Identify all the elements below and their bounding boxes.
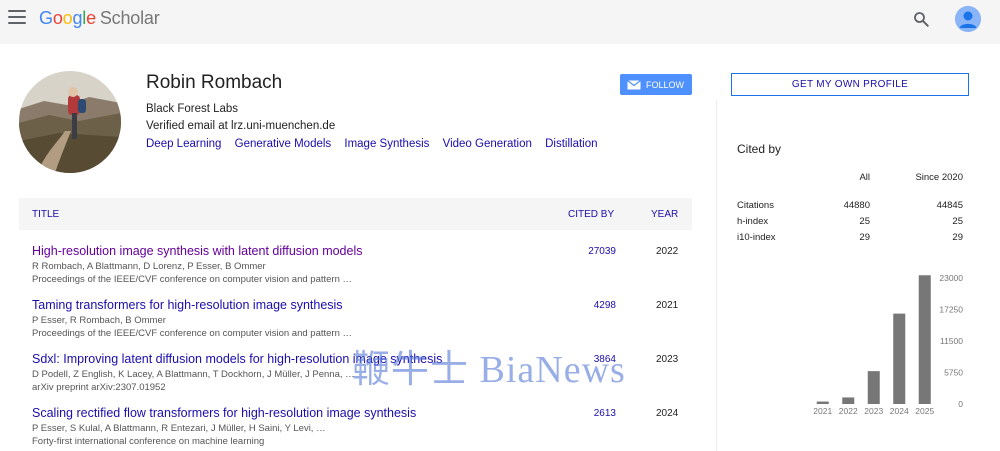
logo-letter-o1: o <box>52 8 63 28</box>
interest-video-generation[interactable]: Video Generation <box>443 138 532 150</box>
publications-header: TITLE CITED BY YEAR <box>19 198 692 230</box>
follow-label: FOLLOW <box>646 79 685 90</box>
publication-authors: P Esser, S Kulal, A Blattmann, R Entezar… <box>32 423 326 434</box>
research-interests: Deep Learning Generative Models Image Sy… <box>146 138 608 150</box>
interest-deep-learning[interactable]: Deep Learning <box>146 138 221 150</box>
publication-cited-count[interactable]: 27039 <box>588 246 616 257</box>
interest-distillation[interactable]: Distillation <box>545 138 597 150</box>
publication-row: Taming transformers for high-resolution … <box>19 298 692 348</box>
account-avatar-icon[interactable] <box>955 6 981 32</box>
citation-bar-2024[interactable] <box>893 313 906 404</box>
stats-header-row: All Since 2020 <box>737 172 963 200</box>
publication-row: Sdxl: Improving latent diffusion models … <box>19 352 692 402</box>
publication-authors: P Esser, R Rombach, B Ommer <box>32 315 166 326</box>
verified-email: Verified email at lrz.uni-muenchen.de <box>146 120 336 132</box>
get-my-own-profile-button[interactable]: GET MY OWN PROFILE <box>731 73 969 96</box>
author-name: Robin Rombach <box>146 72 283 93</box>
publication-cited-count[interactable]: 3864 <box>594 354 616 365</box>
x-tick-label: 2025 <box>915 406 934 416</box>
publication-year: 2023 <box>656 354 679 365</box>
stats-all: 25 <box>859 216 870 227</box>
logo-letter-e: e <box>86 8 96 28</box>
citations-per-year-chart: 2021 2022 2023 2024 2025 23000 17250 11500 5750 0 <box>813 273 963 416</box>
google-scholar-logo[interactable]: Google Scholar <box>39 8 160 29</box>
stats-since: 29 <box>952 232 963 243</box>
publication-year: 2022 <box>656 246 679 257</box>
publication-row: Scaling rectified flow transformers for … <box>19 406 692 451</box>
citation-bar-2025[interactable] <box>918 275 931 404</box>
stats-label[interactable]: Citations <box>737 200 774 211</box>
publication-title[interactable]: Taming transformers for high-resolution … <box>32 298 343 312</box>
logo-letter-g: G <box>39 8 53 28</box>
profile-photo <box>19 71 121 173</box>
publication-title[interactable]: High-resolution image synthesis with lat… <box>32 244 363 258</box>
sort-by-cited[interactable]: CITED BY <box>568 209 614 220</box>
author-affiliation[interactable]: Black Forest Labs <box>146 103 238 115</box>
logo-letter-g2: g <box>72 8 83 28</box>
y-tick-label: 0 <box>958 399 963 409</box>
citation-bar-2021[interactable] <box>816 401 829 404</box>
publication-year: 2021 <box>656 300 679 311</box>
stats-label[interactable]: i10-index <box>737 232 776 243</box>
mail-icon <box>627 79 641 89</box>
interest-image-synthesis[interactable]: Image Synthesis <box>344 138 429 150</box>
stats-all: 29 <box>859 232 870 243</box>
publication-year: 2024 <box>656 408 679 419</box>
x-tick-label: 2024 <box>890 406 909 416</box>
citation-bar-2022[interactable] <box>842 397 855 404</box>
col-all: All <box>859 172 870 183</box>
publication-authors: D Podell, Z English, K Lacey, A Blattman… <box>32 369 355 380</box>
publication-title[interactable]: Sdxl: Improving latent diffusion models … <box>32 352 442 366</box>
hamburger-menu-icon[interactable] <box>8 10 26 26</box>
logo-letter-o2: o <box>62 8 73 28</box>
publication-venue: Proceedings of the IEEE/CVF conference o… <box>32 328 353 339</box>
y-tick-label: 17250 <box>939 305 963 315</box>
sort-by-title[interactable]: TITLE <box>32 209 59 220</box>
stats-row-citations: Citations 44880 44845 <box>737 200 963 216</box>
publication-venue: Forty-first international conference on … <box>32 436 265 447</box>
publication-cited-count[interactable]: 2613 <box>594 408 616 419</box>
publication-row: High-resolution image synthesis with lat… <box>19 244 692 294</box>
stats-all: 44880 <box>843 200 870 211</box>
x-tick-label: 2021 <box>813 406 832 416</box>
publication-title[interactable]: Scaling rectified flow transformers for … <box>32 406 416 420</box>
cited-by-title: Cited by <box>737 142 782 156</box>
y-tick-label: 11500 <box>940 336 963 346</box>
citation-bar-2023[interactable] <box>867 371 880 404</box>
sort-by-year[interactable]: YEAR <box>651 209 678 220</box>
stats-since: 25 <box>952 216 963 227</box>
stats-label[interactable]: h-index <box>737 216 768 227</box>
interest-generative-models[interactable]: Generative Models <box>235 138 332 150</box>
citation-stats-table: All Since 2020 Citations 44880 44845 h-i… <box>737 172 963 248</box>
sidebar-divider <box>716 100 717 451</box>
search-icon[interactable] <box>912 10 930 28</box>
publication-venue: arXiv preprint arXiv:2307.01952 <box>32 382 166 393</box>
stats-row-h-index: h-index 25 25 <box>737 216 963 232</box>
publication-authors: R Rombach, A Blattmann, D Lorenz, P Esse… <box>32 261 266 272</box>
stats-since: 44845 <box>936 200 963 211</box>
publication-cited-count[interactable]: 4298 <box>594 300 616 311</box>
y-tick-label: 23000 <box>939 273 963 283</box>
x-tick-label: 2022 <box>839 406 858 416</box>
top-bar: Google Scholar <box>0 0 1000 44</box>
logo-product: Scholar <box>99 8 160 28</box>
col-since-2020: Since 2020 <box>915 172 963 183</box>
x-tick-label: 2023 <box>864 406 883 416</box>
y-tick-label: 5750 <box>944 368 963 378</box>
stats-row-i10-index: i10-index 29 29 <box>737 232 963 248</box>
follow-button[interactable]: FOLLOW <box>620 74 692 95</box>
publication-venue: Proceedings of the IEEE/CVF conference o… <box>32 274 353 285</box>
